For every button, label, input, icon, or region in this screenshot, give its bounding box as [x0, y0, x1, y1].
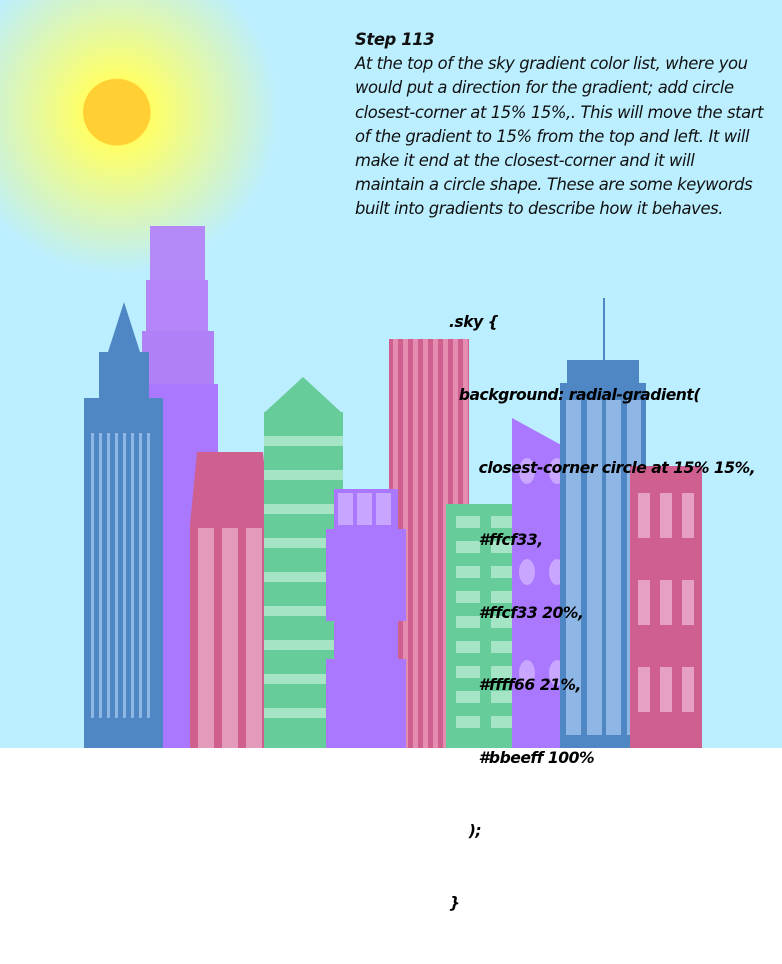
code-line: closest-corner circle at 15% 15%,	[449, 458, 756, 477]
code-line: );	[449, 821, 482, 840]
code-line: #ffcf33,	[449, 531, 544, 550]
pink-left-building	[190, 452, 270, 748]
code-line: .sky {	[449, 313, 499, 332]
purple-stepped-building	[326, 489, 406, 748]
city-skyline-scene: Step 113 At the top of the sky gradient …	[0, 0, 782, 912]
code-line: #ffff66 21%,	[449, 676, 582, 695]
code-line: background: radial-gradient(	[449, 386, 701, 405]
code-snippet: .sky { background: radial-gradient( clos…	[449, 262, 756, 964]
step-title: Step 113	[355, 30, 435, 49]
code-line: }	[449, 894, 460, 913]
step-instructions: Step 113 At the top of the sky gradient …	[355, 28, 765, 222]
code-line: #bbeeff 100%	[449, 749, 595, 768]
code-line: #ffcf33 20%,	[449, 603, 584, 622]
step-description: At the top of the sky gradient color lis…	[355, 54, 764, 219]
sun	[83, 79, 149, 145]
